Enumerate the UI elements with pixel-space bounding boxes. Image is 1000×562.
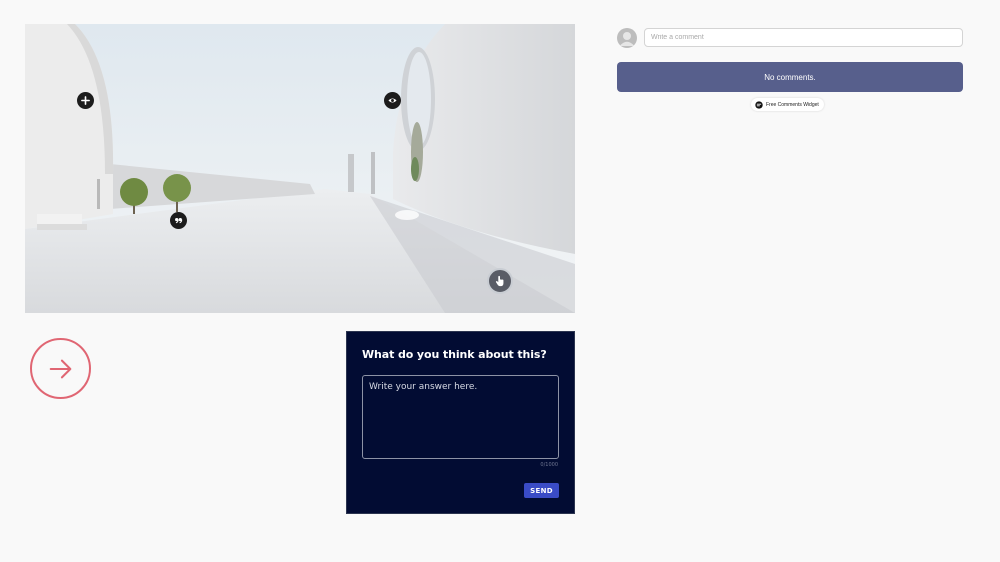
- hand-pointer-button[interactable]: [487, 268, 513, 294]
- widget-credit-label: Free Comments Widget: [766, 101, 819, 108]
- next-button[interactable]: [30, 338, 91, 399]
- char-counter: 0/1000: [540, 462, 558, 468]
- send-button[interactable]: SEND: [524, 483, 559, 498]
- widget-credit-link[interactable]: Free Comments Widget: [751, 98, 824, 111]
- comment-input[interactable]: [644, 28, 963, 47]
- hotspot-quote[interactable]: [170, 212, 187, 229]
- user-avatar-icon: [619, 32, 635, 46]
- hotspot-add[interactable]: [77, 92, 94, 109]
- no-comments-banner: No comments.: [617, 62, 963, 92]
- answer-textarea[interactable]: [362, 375, 559, 459]
- arrow-right-icon: [49, 359, 71, 378]
- hotspot-view[interactable]: [384, 92, 401, 109]
- question-title: What do you think about this?: [362, 348, 547, 361]
- hand-pointer-icon: [495, 275, 504, 287]
- plus-icon: [81, 96, 90, 105]
- scene-image: [25, 24, 575, 313]
- question-card: What do you think about this? 0/1000 SEN…: [346, 331, 575, 514]
- quote-icon: [175, 217, 183, 224]
- eye-icon: [388, 98, 397, 103]
- avatar: [617, 28, 637, 48]
- comments-widget-logo-icon: [755, 100, 763, 109]
